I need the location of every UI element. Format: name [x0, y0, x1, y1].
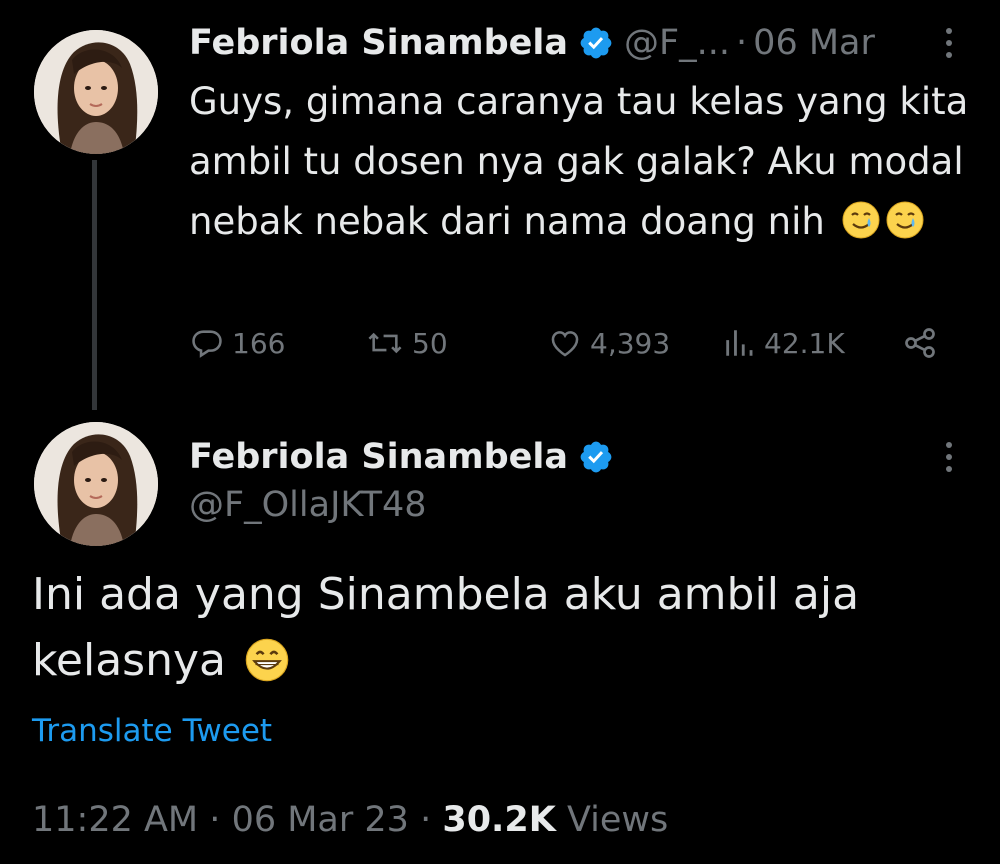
reply-button[interactable]: 166	[190, 318, 285, 368]
avatar[interactable]	[34, 30, 158, 154]
smiling-face-with-tear-icon	[841, 198, 881, 239]
more-icon[interactable]	[944, 28, 954, 58]
tweet2-text: Ini ada yang Sinambela aku ambil aja kel…	[32, 562, 972, 694]
retweet-icon	[368, 332, 402, 354]
thread-connector-line	[92, 160, 97, 410]
tweet-metadata: 11:22 AM · 06 Mar 23 · 30.2K Views	[32, 800, 668, 840]
tweet-action-bar: 166 50 4,393 42.1K	[0, 318, 1000, 368]
tweet-text: Ini ada yang Sinambela aku ambil aja kel…	[32, 569, 860, 686]
retweet-count: 50	[412, 326, 448, 360]
retweet-button[interactable]: 50	[366, 318, 448, 368]
like-button[interactable]: 4,393	[548, 318, 670, 368]
tweet1-header: Febriola Sinambela @F_... · 06 Mar	[189, 18, 875, 68]
views-button[interactable]: 42.1K	[722, 318, 845, 368]
author-name[interactable]: Febriola Sinambela	[189, 437, 568, 477]
tweet1-text: Guys, gimana caranya tau kelas yang kita…	[189, 72, 979, 252]
avatar[interactable]	[34, 422, 158, 546]
tweet2-header: Febriola Sinambela	[189, 432, 614, 482]
tweet-full-date[interactable]: 06 Mar 23	[232, 800, 409, 840]
like-icon	[551, 331, 579, 357]
smiling-face-with-tear-icon	[885, 198, 925, 239]
verified-badge-icon	[578, 439, 614, 475]
share-icon	[905, 328, 935, 358]
separator-dot: ·	[736, 23, 748, 63]
author-name[interactable]: Febriola Sinambela	[189, 23, 568, 63]
verified-badge-icon	[578, 25, 614, 61]
like-count: 4,393	[590, 326, 671, 360]
grinning-face-icon	[244, 636, 290, 682]
tweet-time[interactable]: 11:22 AM	[32, 800, 198, 840]
views-label: Views	[566, 800, 669, 840]
author-handle[interactable]: @F_OllaJKT48	[189, 485, 427, 525]
views-count: 42.1K	[764, 326, 845, 360]
reply-count: 166	[232, 326, 286, 360]
more-icon[interactable]	[944, 442, 954, 472]
separator-dot: ·	[209, 800, 221, 840]
author-handle[interactable]: @F_...	[624, 23, 730, 63]
tweet-date[interactable]: 06 Mar	[753, 23, 875, 63]
translate-tweet-link[interactable]: Translate Tweet	[32, 713, 272, 749]
reply-icon	[192, 330, 222, 358]
views-total[interactable]: 30.2K	[442, 800, 555, 840]
views-icon	[726, 330, 753, 356]
share-button[interactable]	[902, 318, 946, 368]
separator-dot: ·	[420, 800, 432, 840]
